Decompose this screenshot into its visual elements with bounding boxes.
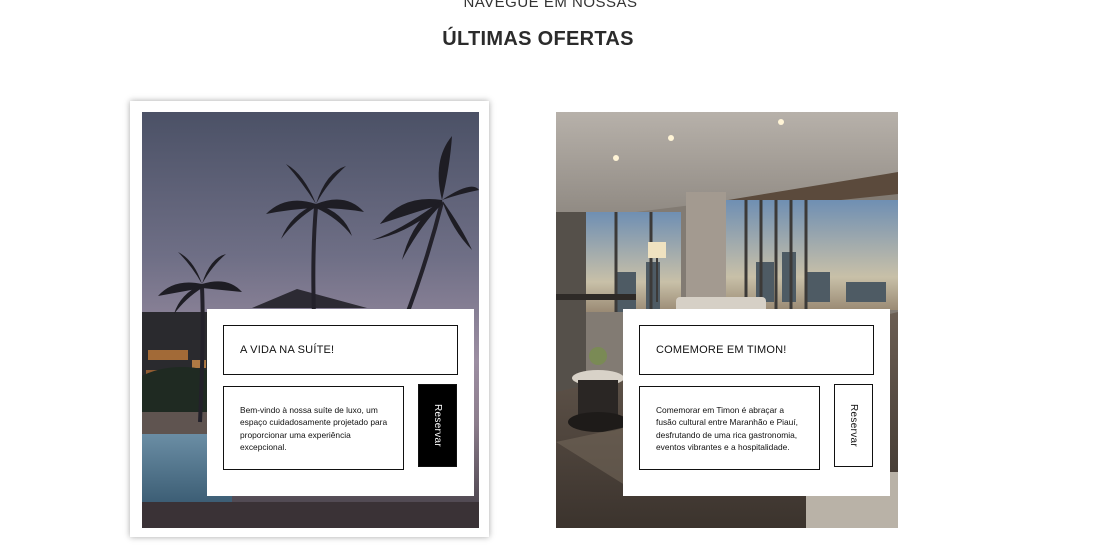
offers-section: NAVEGUE EM NOSSAS ÚLTIMAS OFERTAS A VIDA…	[0, 0, 1101, 546]
reserve-button-suite[interactable]: Reservar	[418, 384, 457, 467]
offer-card-timon-description: Comemorar em Timon é abraçar a fusão cul…	[639, 386, 820, 470]
offer-card-timon-title: COMEMORE EM TIMON!	[639, 325, 874, 375]
reserve-button-label: Reservar	[432, 404, 443, 447]
section-kicker: NAVEGUE EM NOSSAS	[463, 0, 638, 11]
reserve-button-timon[interactable]: Reservar	[834, 384, 873, 467]
section-title: ÚLTIMAS OFERTAS	[442, 28, 634, 50]
reserve-button-label: Reservar	[848, 404, 859, 447]
offer-card-suite-description: Bem-vindo à nossa suíte de luxo, um espa…	[223, 386, 404, 470]
offer-card-suite-title: A VIDA NA SUÍTE!	[223, 325, 458, 375]
